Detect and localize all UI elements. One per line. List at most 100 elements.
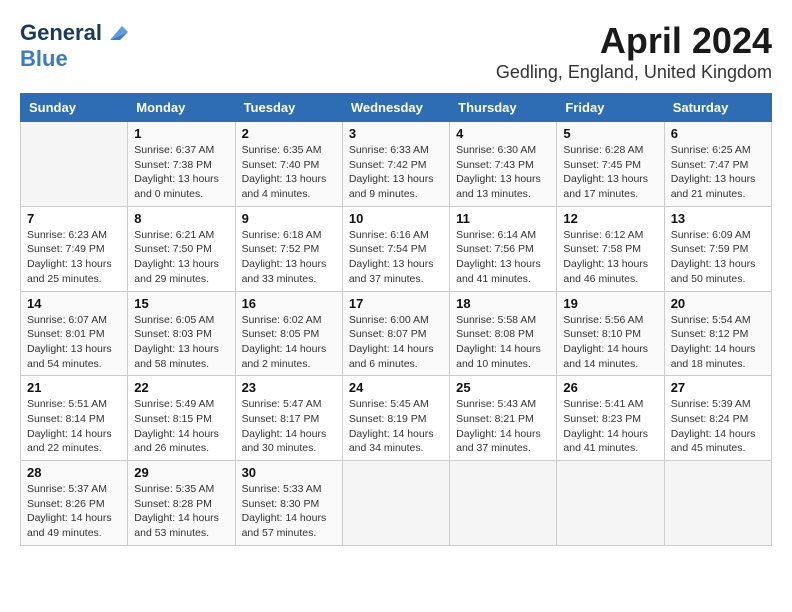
day-number: 30 (242, 465, 336, 480)
day-detail: Sunrise: 5:47 AMSunset: 8:17 PMDaylight:… (242, 397, 336, 456)
day-detail: Sunrise: 5:41 AMSunset: 8:23 PMDaylight:… (563, 397, 657, 456)
day-number: 2 (242, 126, 336, 141)
day-detail: Sunrise: 5:45 AMSunset: 8:19 PMDaylight:… (349, 397, 443, 456)
calendar-cell (342, 461, 449, 546)
day-detail: Sunrise: 5:33 AMSunset: 8:30 PMDaylight:… (242, 482, 336, 541)
day-detail: Sunrise: 6:21 AMSunset: 7:50 PMDaylight:… (134, 228, 228, 287)
calendar-cell: 20Sunrise: 5:54 AMSunset: 8:12 PMDayligh… (664, 291, 771, 376)
day-number: 25 (456, 380, 550, 395)
day-number: 8 (134, 211, 228, 226)
calendar-header-monday: Monday (128, 94, 235, 122)
day-number: 18 (456, 296, 550, 311)
calendar-header-saturday: Saturday (664, 94, 771, 122)
calendar-cell: 12Sunrise: 6:12 AMSunset: 7:58 PMDayligh… (557, 206, 664, 291)
calendar-cell: 7 Sunrise: 6:23 AMSunset: 7:49 PMDaylight… (21, 206, 128, 291)
day-number: 1 (134, 126, 228, 141)
day-number: 17 (349, 296, 443, 311)
day-number: 11 (456, 211, 550, 226)
calendar-header-wednesday: Wednesday (342, 94, 449, 122)
day-detail: Sunrise: 6:37 AMSunset: 7:38 PMDaylight:… (134, 143, 228, 202)
page-header: General Blue April 2024 Gedling, England… (20, 20, 772, 83)
calendar-cell: 14 Sunrise: 6:07 AMSunset: 8:01 PMDayligh… (21, 291, 128, 376)
day-detail: Sunrise: 5:56 AMSunset: 8:10 PMDaylight:… (563, 313, 657, 372)
calendar-cell: 8 Sunrise: 6:21 AMSunset: 7:50 PMDaylight… (128, 206, 235, 291)
calendar-cell: 19 Sunrise: 5:56 AMSunset: 8:10 PMDayligh… (557, 291, 664, 376)
day-number: 24 (349, 380, 443, 395)
calendar-cell: 21Sunrise: 5:51 AMSunset: 8:14 PMDayligh… (21, 376, 128, 461)
title-block: April 2024 Gedling, England, United King… (496, 20, 772, 83)
day-number: 5 (563, 126, 657, 141)
calendar-cell: 5Sunrise: 6:28 AMSunset: 7:45 PMDaylight… (557, 122, 664, 207)
day-detail: Sunrise: 5:58 AMSunset: 8:08 PMDaylight:… (456, 313, 550, 372)
day-detail: Sunrise: 6:05 AMSunset: 8:03 PMDaylight:… (134, 313, 228, 372)
calendar-week-row: 14 Sunrise: 6:07 AMSunset: 8:01 PMDayligh… (21, 291, 772, 376)
day-number: 7 (27, 211, 121, 226)
calendar-cell: 4 Sunrise: 6:30 AMSunset: 7:43 PMDaylight… (450, 122, 557, 207)
day-detail: Sunrise: 5:49 AMSunset: 8:15 PMDaylight:… (134, 397, 228, 456)
calendar-week-row: 7 Sunrise: 6:23 AMSunset: 7:49 PMDaylight… (21, 206, 772, 291)
calendar-cell: 28 Sunrise: 5:37 AMSunset: 8:26 PMDayligh… (21, 461, 128, 546)
calendar-week-row: 21Sunrise: 5:51 AMSunset: 8:14 PMDayligh… (21, 376, 772, 461)
page-subtitle: Gedling, England, United Kingdom (496, 62, 772, 83)
logo: General Blue (20, 20, 128, 72)
day-number: 21 (27, 380, 121, 395)
calendar-header-row: SundayMondayTuesdayWednesdayThursdayFrid… (21, 94, 772, 122)
calendar-cell: 13 Sunrise: 6:09 AMSunset: 7:59 PMDayligh… (664, 206, 771, 291)
calendar-cell: 26Sunrise: 5:41 AMSunset: 8:23 PMDayligh… (557, 376, 664, 461)
calendar-header-friday: Friday (557, 94, 664, 122)
calendar-cell: 30 Sunrise: 5:33 AMSunset: 8:30 PMDayligh… (235, 461, 342, 546)
calendar-week-row: 28 Sunrise: 5:37 AMSunset: 8:26 PMDayligh… (21, 461, 772, 546)
day-detail: Sunrise: 6:25 AMSunset: 7:47 PMDaylight:… (671, 143, 765, 202)
day-detail: Sunrise: 6:07 AMSunset: 8:01 PMDaylight:… (27, 313, 121, 372)
day-number: 10 (349, 211, 443, 226)
logo-general-text: General (20, 20, 102, 46)
day-number: 16 (242, 296, 336, 311)
day-detail: Sunrise: 6:18 AMSunset: 7:52 PMDaylight:… (242, 228, 336, 287)
calendar-cell: 16Sunrise: 6:02 AMSunset: 8:05 PMDayligh… (235, 291, 342, 376)
day-detail: Sunrise: 6:23 AMSunset: 7:49 PMDaylight:… (27, 228, 121, 287)
calendar-cell: 29Sunrise: 5:35 AMSunset: 8:28 PMDayligh… (128, 461, 235, 546)
calendar-cell: 3 Sunrise: 6:33 AMSunset: 7:42 PMDaylight… (342, 122, 449, 207)
calendar-cell: 1 Sunrise: 6:37 AMSunset: 7:38 PMDaylight… (128, 122, 235, 207)
calendar-header-tuesday: Tuesday (235, 94, 342, 122)
calendar-cell: 25 Sunrise: 5:43 AMSunset: 8:21 PMDayligh… (450, 376, 557, 461)
calendar-cell (450, 461, 557, 546)
day-detail: Sunrise: 6:35 AMSunset: 7:40 PMDaylight:… (242, 143, 336, 202)
day-detail: Sunrise: 5:43 AMSunset: 8:21 PMDaylight:… (456, 397, 550, 456)
calendar-cell: 10 Sunrise: 6:16 AMSunset: 7:54 PMDayligh… (342, 206, 449, 291)
day-number: 28 (27, 465, 121, 480)
day-number: 23 (242, 380, 336, 395)
calendar-cell (21, 122, 128, 207)
day-detail: Sunrise: 6:16 AMSunset: 7:54 PMDaylight:… (349, 228, 443, 287)
logo-blue-text: Blue (20, 46, 68, 71)
day-number: 15 (134, 296, 228, 311)
day-detail: Sunrise: 6:30 AMSunset: 7:43 PMDaylight:… (456, 143, 550, 202)
page-title: April 2024 (496, 20, 772, 62)
day-number: 19 (563, 296, 657, 311)
calendar-cell: 23 Sunrise: 5:47 AMSunset: 8:17 PMDayligh… (235, 376, 342, 461)
calendar-cell: 27Sunrise: 5:39 AMSunset: 8:24 PMDayligh… (664, 376, 771, 461)
day-number: 13 (671, 211, 765, 226)
day-detail: Sunrise: 6:33 AMSunset: 7:42 PMDaylight:… (349, 143, 443, 202)
day-number: 6 (671, 126, 765, 141)
day-number: 4 (456, 126, 550, 141)
day-number: 12 (563, 211, 657, 226)
day-number: 3 (349, 126, 443, 141)
calendar-cell: 15 Sunrise: 6:05 AMSunset: 8:03 PMDayligh… (128, 291, 235, 376)
day-number: 29 (134, 465, 228, 480)
day-detail: Sunrise: 6:14 AMSunset: 7:56 PMDaylight:… (456, 228, 550, 287)
calendar-cell: 22 Sunrise: 5:49 AMSunset: 8:15 PMDayligh… (128, 376, 235, 461)
day-detail: Sunrise: 5:37 AMSunset: 8:26 PMDaylight:… (27, 482, 121, 541)
day-number: 27 (671, 380, 765, 395)
day-detail: Sunrise: 6:09 AMSunset: 7:59 PMDaylight:… (671, 228, 765, 287)
calendar-header-thursday: Thursday (450, 94, 557, 122)
calendar-cell: 24 Sunrise: 5:45 AMSunset: 8:19 PMDayligh… (342, 376, 449, 461)
calendar-cell: 6 Sunrise: 6:25 AMSunset: 7:47 PMDaylight… (664, 122, 771, 207)
calendar-cell: 11 Sunrise: 6:14 AMSunset: 7:56 PMDayligh… (450, 206, 557, 291)
day-number: 9 (242, 211, 336, 226)
day-number: 20 (671, 296, 765, 311)
calendar-cell (557, 461, 664, 546)
calendar-header-sunday: Sunday (21, 94, 128, 122)
day-number: 22 (134, 380, 228, 395)
day-number: 14 (27, 296, 121, 311)
